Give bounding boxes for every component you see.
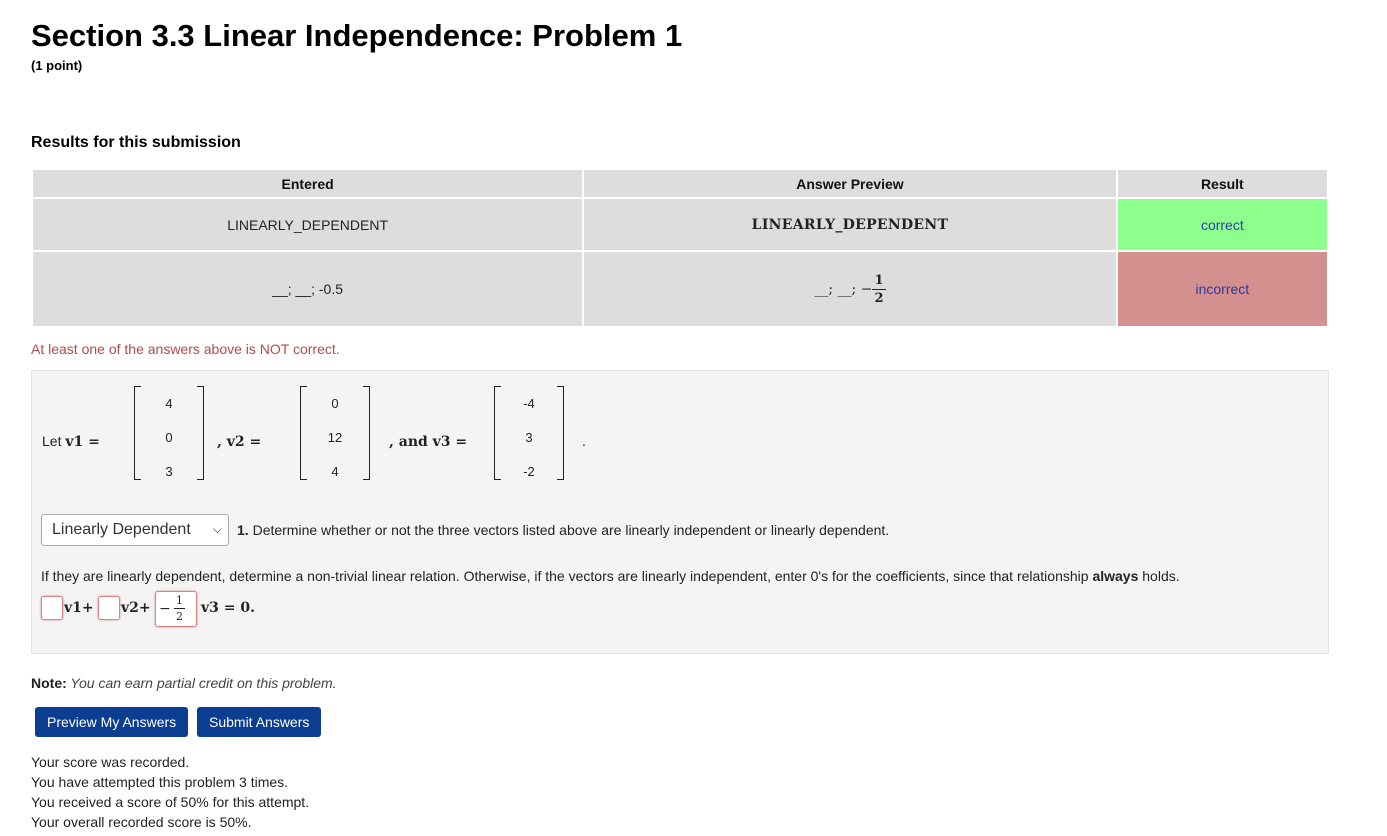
- v2-label: , v2 =: [217, 434, 262, 450]
- results-title: Results for this submission: [31, 134, 241, 151]
- table-row: __; __; -0.5 __; __; −1 2 incorrect: [30, 250, 1330, 328]
- status-score-overall: Your overall recorded score is 50%.: [31, 814, 252, 830]
- page-title: Section 3.3 Linear Independence: Problem…: [31, 18, 683, 53]
- results-table: Entered Answer Preview Result LINEARLY_D…: [30, 168, 1330, 328]
- dependence-select[interactable]: Linearly Dependent ⌵: [41, 514, 229, 546]
- vector-definitions: Let v1 = 4 0 3 , v2 = 0 12 4 , and v3 = …: [42, 381, 1322, 491]
- vector-period: .: [582, 433, 586, 449]
- warning-message: At least one of the answers above is NOT…: [31, 341, 340, 357]
- coefficient-input-2[interactable]: [98, 596, 120, 620]
- select-value: Linearly Dependent: [52, 521, 191, 538]
- submit-answers-button[interactable]: Submit Answers: [197, 707, 322, 737]
- fraction-denominator: 2: [874, 290, 884, 306]
- preview-fraction: 12: [872, 272, 886, 306]
- coefficient-input-1[interactable]: [41, 596, 63, 620]
- status-attempts: You have attempted this problem 3 times.: [31, 774, 289, 790]
- column-header-entered: Entered: [30, 168, 585, 199]
- linear-relation: v1+ v2+ − 12 v3 = 0.: [41, 591, 441, 631]
- question-2: If they are linearly dependent, determin…: [41, 568, 1180, 584]
- v3-label: , and v3 =: [389, 434, 468, 450]
- entered-cell: __; __; -0.5: [30, 250, 585, 328]
- result-cell-incorrect: incorrect: [1115, 250, 1330, 328]
- chevron-down-icon: ⌵: [212, 522, 222, 536]
- vector-v3: -4 3 -2: [494, 386, 564, 480]
- preview-cell: __; __; −1 2: [582, 250, 1118, 328]
- points-label: (1 point): [31, 58, 83, 73]
- vector-v2: 0 12 4: [300, 386, 370, 480]
- coefficient-input-3[interactable]: − 12: [155, 591, 197, 627]
- preview-answers-button[interactable]: Preview My Answers: [35, 707, 189, 737]
- preview-cell: LINEARLY_DEPENDENT: [582, 197, 1118, 252]
- table-row: LINEARLY_DEPENDENT LINEARLY_DEPENDENT co…: [30, 197, 1330, 252]
- column-header-result: Result: [1115, 168, 1330, 199]
- entered-cell: LINEARLY_DEPENDENT: [30, 197, 585, 252]
- coefficient-fraction: 12: [174, 594, 185, 623]
- status-score-attempt: You received a score of 50% for this att…: [31, 794, 310, 810]
- question-1: 1. Determine whether or not the three ve…: [237, 522, 890, 538]
- fraction-numerator: 1: [872, 272, 886, 290]
- problem-body: Let v1 = 4 0 3 , v2 = 0 12 4 , and v3 = …: [31, 370, 1329, 654]
- result-cell-correct: correct: [1115, 197, 1330, 252]
- preview-prefix: __; __; −: [814, 281, 873, 297]
- column-header-preview: Answer Preview: [582, 168, 1118, 199]
- rel-v1: v1+: [64, 600, 94, 616]
- status-recorded: Your score was recorded.: [31, 754, 190, 770]
- let-label: Let v1 =: [42, 433, 100, 450]
- rel-v2: v2+: [121, 600, 151, 616]
- rel-v3: v3 = 0.: [201, 600, 255, 616]
- note: Note: You can earn partial credit on thi…: [31, 675, 337, 691]
- vector-v1: 4 0 3: [134, 386, 204, 480]
